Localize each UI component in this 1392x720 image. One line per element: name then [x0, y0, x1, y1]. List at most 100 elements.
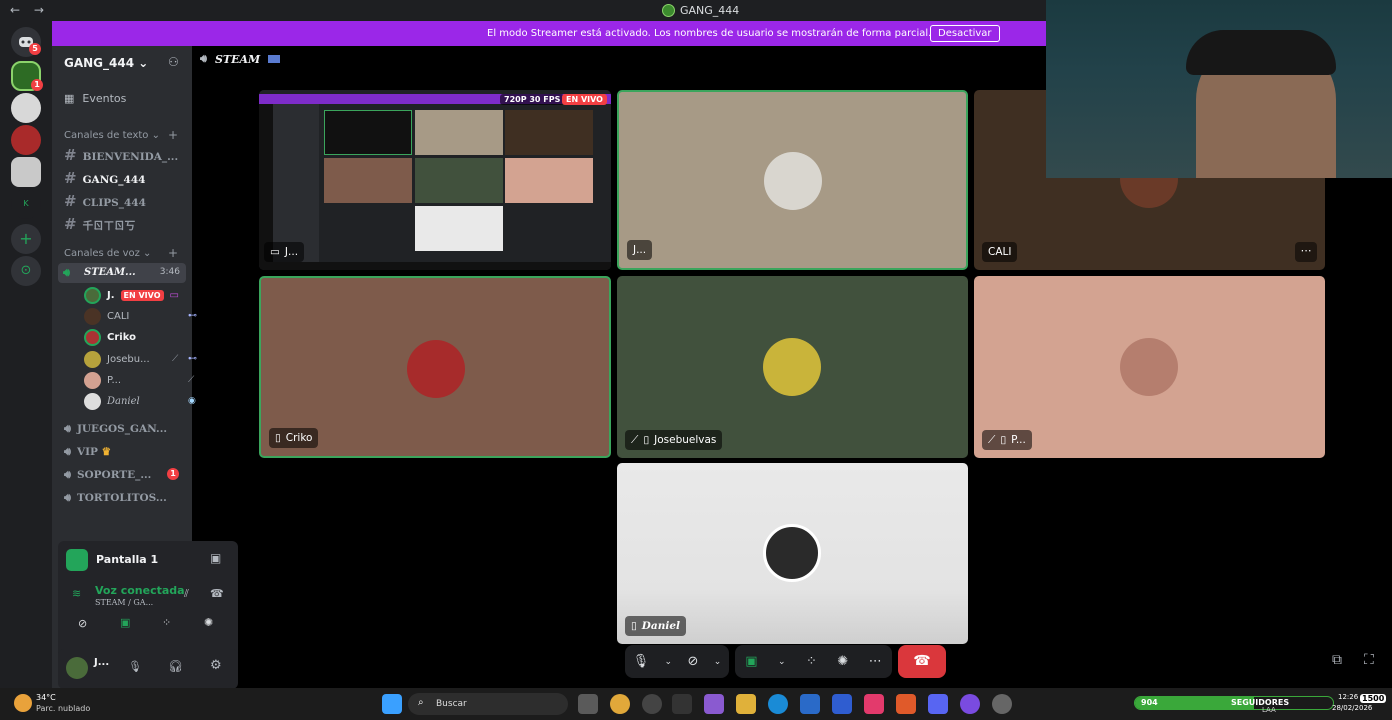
brave-icon[interactable] [896, 694, 916, 714]
speaker-icon: 🔊︎ [200, 52, 207, 65]
voice-category[interactable]: Canales de voz ⌄ [64, 248, 151, 259]
chevron-down-icon[interactable]: ⌄ [714, 657, 722, 667]
task-view-icon[interactable] [578, 694, 598, 714]
tile-p[interactable]: ⟋ ▯ P... [974, 276, 1325, 458]
avatar [84, 307, 101, 325]
add-server-icon[interactable]: + [11, 224, 41, 254]
chevron-down-icon[interactable]: ⌄ [778, 657, 786, 667]
tile-j[interactable]: J... [617, 90, 968, 270]
camera-off-icon[interactable]: ⊘ [687, 654, 698, 669]
controller-icon: ⊷ [188, 311, 197, 321]
server-5[interactable]: K [11, 189, 41, 219]
soundboard-icon[interactable]: ✺ [204, 616, 213, 629]
server-gang444[interactable]: 1 [11, 61, 43, 91]
voice-user-criko[interactable]: Criko [84, 328, 136, 346]
clock[interactable]: 12:26 [1338, 693, 1358, 701]
voice-channel-juegos[interactable]: 🔊︎ JUEGOS_GAN... [64, 422, 167, 436]
server-444[interactable] [11, 157, 41, 187]
app-icon[interactable] [672, 694, 692, 714]
tile-criko[interactable]: ▯ Criko [259, 276, 611, 458]
mic-icon[interactable]: 🎙︎ [633, 654, 650, 669]
phone-icon: ▯ [643, 434, 650, 446]
text-channel-bienvenida[interactable]: # BIENVENIDA_... [64, 146, 184, 164]
stop-stream-icon[interactable]: ▣ [210, 551, 221, 565]
voice-user-p[interactable]: P... ⟋ [84, 371, 194, 389]
chrome-icon[interactable] [610, 694, 630, 714]
speaker-icon: 🔊︎ [63, 266, 70, 279]
events-item[interactable]: ▦ Eventos [64, 92, 126, 105]
app-icon[interactable] [832, 694, 852, 714]
screen-share-button[interactable]: ▣ [120, 616, 130, 629]
windows-start-icon[interactable] [382, 694, 402, 714]
webcam-overlay [1046, 0, 1392, 178]
settings-icon[interactable] [992, 694, 1012, 714]
voice-user-j[interactable]: J. EN VIVO ▭ [84, 286, 179, 304]
tile-josebuelvas[interactable]: ⟋ ▯ Josebuelvas [617, 276, 968, 458]
stream-tile[interactable]: 720P 30 FPS EN VIVO ▭ J... [259, 90, 611, 270]
activities-icon[interactable]: ⁘ [806, 654, 817, 669]
deafened-icon: ⟋ [188, 375, 195, 385]
app-icon[interactable] [704, 694, 724, 714]
avatar [1120, 338, 1178, 396]
tiktok-icon[interactable] [864, 694, 884, 714]
fullscreen-icon[interactable]: ⛶ [1364, 652, 1374, 668]
text-channel-clips[interactable]: # CLIPS_444 [64, 192, 184, 210]
camera-off-icon[interactable]: ⊘ [78, 617, 87, 630]
weather-temp[interactable]: 34°C [36, 693, 56, 702]
server-icon [662, 4, 675, 17]
store-icon[interactable] [800, 694, 820, 714]
settings-gear-icon[interactable]: ⚙ [210, 658, 222, 673]
language[interactable]: LAA [1262, 706, 1276, 714]
folder-icon[interactable] [736, 694, 756, 714]
edge-icon[interactable] [768, 694, 788, 714]
add-voice-channel-icon[interactable]: + [168, 246, 178, 260]
mini-tile [324, 110, 412, 155]
mic-controls: 🎙︎ ⌄ ⊘ ⌄ [625, 645, 729, 678]
server-2[interactable] [11, 93, 41, 123]
streamer-banner: El modo Streamer está activado. Los nomb… [52, 21, 1046, 46]
chevron-down-icon[interactable]: ⌄ [665, 657, 673, 667]
mic-icon[interactable]: 🎙︎ [128, 660, 142, 673]
voice-status[interactable]: Voz conectada [95, 584, 185, 597]
deactivate-button[interactable]: Desactivar [930, 25, 1000, 42]
avatar[interactable] [66, 657, 88, 679]
noise-suppression-icon[interactable]: ⫽ [184, 587, 189, 601]
discord-taskbar-icon[interactable] [928, 694, 948, 714]
window-title: GANG_444 [662, 4, 739, 17]
more-options-icon[interactable]: ⋯ [1295, 242, 1317, 262]
voice-user-cali[interactable]: CALI ⊷ [84, 307, 197, 325]
text-channel-gang444[interactable]: # GANG_444 [64, 169, 184, 187]
more-icon[interactable]: ⋯ [869, 654, 882, 669]
server-name[interactable]: GANG_444 ⌄ [64, 56, 148, 70]
forward-button[interactable]: → [34, 3, 44, 17]
explore-icon[interactable]: ⊙ [11, 256, 41, 286]
server-3[interactable] [11, 125, 41, 155]
invite-icon[interactable]: ⚇ [168, 55, 179, 69]
voice-channel-steam[interactable]: 🔊︎ STEAM... 3:46 [58, 263, 186, 283]
voice-channel-soporte[interactable]: 🔊︎ SOPORTE_... [64, 468, 151, 482]
soundboard-icon[interactable]: ✺ [837, 654, 848, 669]
app-icon[interactable] [642, 694, 662, 714]
goal-current: 904 [1141, 698, 1158, 707]
hang-up-button[interactable]: ☎ [898, 645, 946, 678]
screen-share-icon[interactable]: ▣ [745, 654, 757, 669]
popout-icon[interactable]: ⧉ [1332, 652, 1342, 668]
crown-icon: ♛ [101, 446, 111, 458]
voice-user-josebu[interactable]: Josebu... ⟋ ⊷ [84, 350, 197, 368]
add-text-channel-icon[interactable]: + [168, 128, 178, 142]
app-icon[interactable] [960, 694, 980, 714]
search-icon: ⌕ [418, 697, 424, 708]
mini-sidebar [273, 104, 319, 264]
search-box[interactable]: ⌕ Buscar [408, 693, 568, 715]
text-category[interactable]: Canales de texto ⌄ [64, 130, 160, 141]
home-button[interactable]: 5 [11, 27, 41, 57]
voice-channel-tortolitos[interactable]: 🔊︎ TORTOLITOS... [64, 491, 167, 505]
tile-daniel[interactable]: ▯ Daniel [617, 463, 968, 644]
voice-user-daniel[interactable]: Daniel ◉ [84, 392, 196, 410]
voice-channel-vip[interactable]: 🔊︎ VIP ♛ [64, 445, 111, 459]
disconnect-icon[interactable]: ☎ [210, 587, 224, 600]
back-button[interactable]: ← [10, 3, 20, 17]
text-channel-fotos[interactable]: # 千ㄖㄒㄖ丂 [64, 215, 184, 233]
headphones-icon[interactable]: 🎧︎ [168, 659, 183, 673]
activities-icon[interactable]: ⁘ [162, 616, 171, 629]
